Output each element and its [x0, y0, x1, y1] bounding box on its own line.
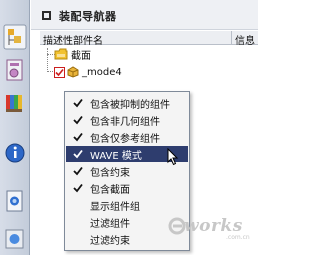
part-navigator-icon[interactable] [3, 57, 27, 83]
menu-item-label: 包含被抑制的组件 [90, 99, 170, 111]
help-info-icon[interactable] [3, 140, 27, 166]
tree-item-section[interactable]: 截面 [54, 47, 91, 62]
tree-item-label: _mode4 [82, 66, 122, 78]
mouse-cursor-icon [167, 148, 179, 166]
menu-item-show-component-groups[interactable]: 显示组件组 [66, 197, 188, 213]
navigator-title-bar: 装配导航器 [31, 0, 258, 30]
menu-item-include-reference-only[interactable]: 包含仅参考组件 [66, 129, 188, 145]
menu-item-label: 包含非几何组件 [90, 116, 160, 128]
pin-icon[interactable] [42, 11, 51, 20]
menu-item-label: 过滤组件 [90, 218, 130, 230]
nx-window: 装配导航器 描述性部件名 信息 截面 _mode4 包含被抑制的组件 包含非几何… [0, 0, 258, 255]
column-header-info[interactable]: 信息 [235, 32, 255, 47]
menu-item-label: 显示组件组 [90, 201, 140, 213]
watermark-text: works [184, 216, 243, 236]
check-icon [71, 164, 85, 178]
menu-item-include-suppressed[interactable]: 包含被抑制的组件 [66, 95, 188, 111]
history-icon[interactable] [3, 188, 27, 214]
section-folder-icon [54, 48, 68, 60]
menu-item-include-non-geometric[interactable]: 包含非几何组件 [66, 112, 188, 128]
menu-item-label: WAVE 模式 [90, 150, 142, 162]
system-materials-icon[interactable] [3, 226, 27, 252]
navigator-title: 装配导航器 [59, 10, 117, 23]
column-divider[interactable] [231, 31, 232, 45]
resource-bar [0, 0, 30, 255]
tree-item-mode4[interactable]: _mode4 [54, 65, 122, 79]
menu-item-label: 过滤约束 [90, 235, 130, 247]
menu-item-label: 包含截面 [90, 184, 130, 196]
column-header-name[interactable]: 描述性部件名 [43, 32, 103, 47]
check-icon [71, 130, 85, 144]
assembly-part-icon [67, 66, 79, 78]
check-icon [71, 96, 85, 110]
tree-item-label: 截面 [71, 50, 91, 62]
tree-connector [47, 48, 48, 72]
menu-item-include-sections[interactable]: 包含截面 [66, 180, 188, 196]
e-works-watermark: works .com.cn [168, 213, 254, 243]
check-icon [71, 113, 85, 127]
check-icon [71, 181, 85, 195]
column-header: 描述性部件名 信息 [40, 31, 258, 47]
menu-item-label: 包含约束 [90, 167, 130, 179]
reuse-library-icon[interactable] [3, 90, 27, 116]
checkbox-checked-icon[interactable] [54, 66, 65, 78]
watermark-subtext: .com.cn [226, 234, 250, 241]
menu-item-label: 包含仅参考组件 [90, 133, 160, 145]
assembly-navigator-icon[interactable] [3, 24, 27, 50]
check-icon [71, 147, 85, 161]
